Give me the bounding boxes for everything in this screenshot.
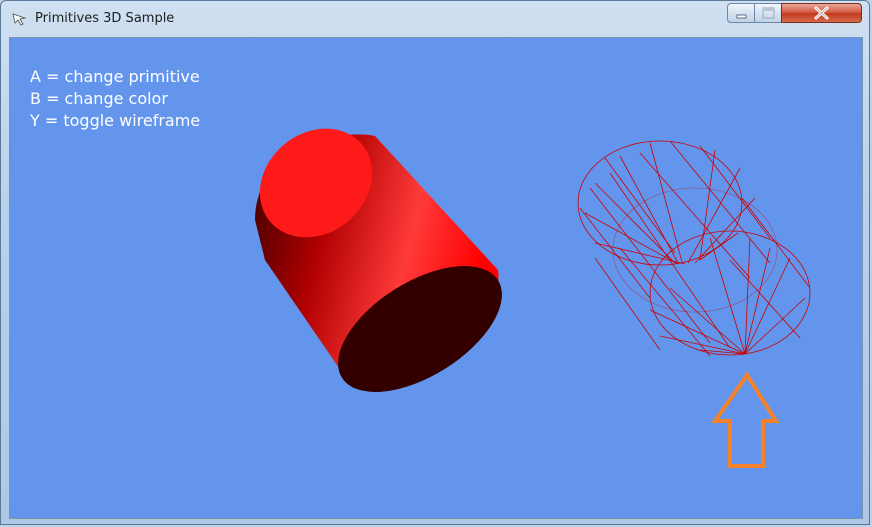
pointer-app-icon (12, 13, 27, 26)
title-bar[interactable]: Primitives 3D Sample (1, 1, 871, 37)
app-window: Primitives 3D Sample A = change primitiv… (0, 0, 870, 525)
maximize-icon (762, 7, 775, 19)
close-icon (814, 6, 829, 20)
wireframe-cylinder (577, 140, 811, 357)
render-viewport[interactable]: A = change primitive B = change color Y … (9, 37, 863, 519)
close-button[interactable] (781, 3, 862, 23)
annotation-arrow (711, 371, 780, 468)
maximize-button[interactable] (754, 3, 782, 23)
minimize-icon (736, 14, 747, 19)
minimize-button[interactable] (727, 3, 755, 23)
scene-canvas (255, 128, 811, 468)
solid-cylinder (255, 128, 502, 392)
window-title: Primitives 3D Sample (35, 11, 175, 26)
